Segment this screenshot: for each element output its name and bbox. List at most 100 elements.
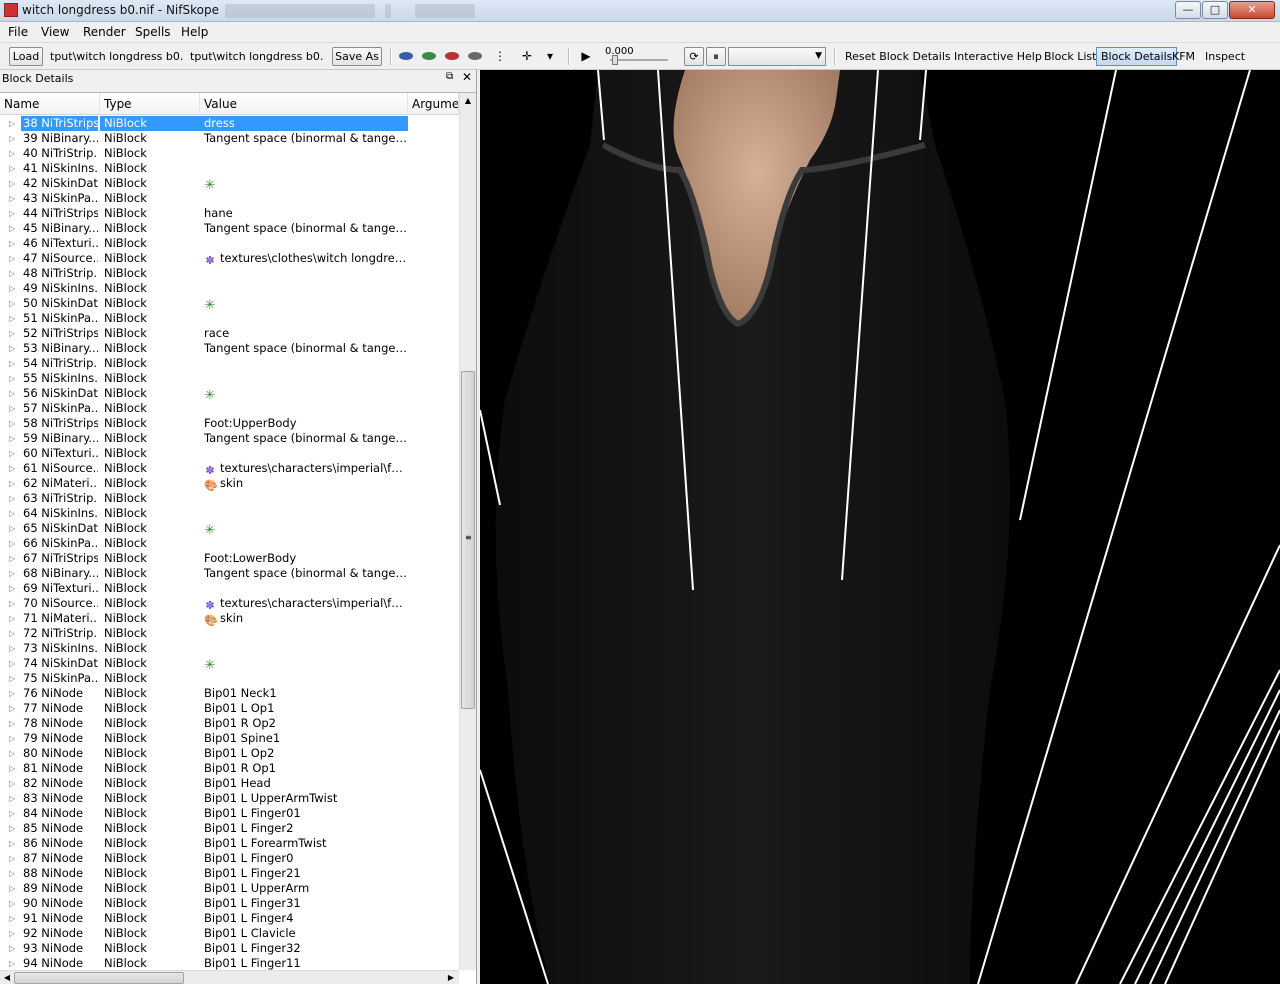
expand-arrow-icon[interactable]: ▷	[9, 236, 19, 251]
expand-arrow-icon[interactable]: ▷	[9, 401, 19, 416]
expand-arrow-icon[interactable]: ▷	[9, 191, 19, 206]
inspect-button[interactable]: Inspect	[1205, 48, 1245, 65]
load-button[interactable]: Load	[9, 47, 43, 66]
table-row[interactable]: ▷ 64 NiSkinIns... NiBlock	[0, 506, 459, 521]
table-row[interactable]: ▷ 77 NiNode NiBlock Bip01 L Op1	[0, 701, 459, 716]
expand-arrow-icon[interactable]: ▷	[9, 266, 19, 281]
switch-animation-icon[interactable]: ⏸	[706, 47, 726, 66]
table-row[interactable]: ▷ 43 NiSkinPa... NiBlock	[0, 191, 459, 206]
table-row[interactable]: ▷ 87 NiNode NiBlock Bip01 L Finger0	[0, 851, 459, 866]
table-row[interactable]: ▷ 74 NiSkinData NiBlock ✳	[0, 656, 459, 672]
expand-arrow-icon[interactable]: ▷	[9, 956, 19, 971]
menu-render[interactable]: Render	[83, 25, 126, 39]
expand-arrow-icon[interactable]: ▷	[9, 206, 19, 221]
save-path-field[interactable]: tput\witch longdress b0.nif	[190, 47, 324, 66]
expand-arrow-icon[interactable]: ▷	[9, 791, 19, 806]
expand-arrow-icon[interactable]: ▷	[9, 431, 19, 446]
table-row[interactable]: ▷ 84 NiNode NiBlock Bip01 L Finger01	[0, 806, 459, 821]
table-row[interactable]: ▷ 73 NiSkinIns... NiBlock	[0, 641, 459, 656]
table-row[interactable]: ▷ 91 NiNode NiBlock Bip01 L Finger4	[0, 911, 459, 926]
expand-arrow-icon[interactable]: ▷	[9, 776, 19, 791]
animation-time-slider-thumb[interactable]	[612, 55, 618, 65]
maximize-button[interactable]: □	[1202, 1, 1228, 19]
expand-arrow-icon[interactable]: ▷	[9, 116, 19, 131]
table-row[interactable]: ▷ 83 NiNode NiBlock Bip01 L UpperArmTwist	[0, 791, 459, 806]
close-panel-icon[interactable]: ✕	[462, 70, 472, 84]
table-row[interactable]: ▷ 46 NiTexturi... NiBlock	[0, 236, 459, 251]
column-header-value[interactable]: Value	[200, 93, 408, 115]
reset-block-details-button[interactable]: Reset Block Details	[845, 48, 951, 65]
expand-arrow-icon[interactable]: ▷	[9, 806, 19, 821]
expand-arrow-icon[interactable]: ▷	[9, 731, 19, 746]
expand-arrow-icon[interactable]: ▷	[9, 326, 19, 341]
table-row[interactable]: ▷ 54 NiTriStrip... NiBlock	[0, 356, 459, 371]
expand-arrow-icon[interactable]: ▷	[9, 686, 19, 701]
scroll-left-icon[interactable]: ◀	[0, 971, 14, 984]
minimize-button[interactable]: —	[1175, 1, 1201, 19]
table-row[interactable]: ▷ 85 NiNode NiBlock Bip01 L Finger2	[0, 821, 459, 836]
menu-view[interactable]: View	[41, 25, 69, 39]
expand-arrow-icon[interactable]: ▷	[9, 506, 19, 521]
expand-arrow-icon[interactable]: ▷	[9, 476, 19, 491]
column-header-argument[interactable]: Argume	[408, 93, 459, 115]
table-row[interactable]: ▷ 41 NiSkinIns... NiBlock	[0, 161, 459, 176]
table-row[interactable]: ▷ 92 NiNode NiBlock Bip01 L Clavicle	[0, 926, 459, 941]
table-row[interactable]: ▷ 63 NiTriStrip... NiBlock	[0, 491, 459, 506]
expand-arrow-icon[interactable]: ▷	[9, 596, 19, 611]
expand-arrow-icon[interactable]: ▷	[9, 461, 19, 476]
expand-arrow-icon[interactable]: ▷	[9, 926, 19, 941]
expand-arrow-icon[interactable]: ▷	[9, 656, 19, 671]
expand-arrow-icon[interactable]: ▷	[9, 581, 19, 596]
table-row[interactable]: ▷ 60 NiTexturi... NiBlock	[0, 446, 459, 461]
menu-help[interactable]: Help	[181, 25, 208, 39]
table-row[interactable]: ▷ 62 NiMateri... NiBlock 🎨 skin	[0, 476, 459, 492]
expand-arrow-icon[interactable]: ▷	[9, 566, 19, 581]
axes-icon[interactable]: ✛	[519, 49, 535, 63]
table-row[interactable]: ▷ 71 NiMateri... NiBlock 🎨 skin	[0, 611, 459, 627]
view-nodes-eye-icon[interactable]	[399, 52, 413, 60]
expand-arrow-icon[interactable]: ▷	[9, 941, 19, 956]
expand-arrow-icon[interactable]: ▷	[9, 296, 19, 311]
table-row[interactable]: ▷ 56 NiSkinData NiBlock ✳	[0, 386, 459, 402]
3d-viewport[interactable]	[480, 70, 1280, 984]
table-row[interactable]: ▷ 38 NiTriStrips NiBlock dress	[0, 116, 459, 131]
table-row[interactable]: ▷ 45 NiBinary... NiBlock Tangent space (bin…	[0, 221, 459, 236]
expand-arrow-icon[interactable]: ▷	[9, 371, 19, 386]
table-row[interactable]: ▷ 75 NiSkinPa... NiBlock	[0, 671, 459, 686]
view-dropdown-icon[interactable]: ▾	[542, 49, 558, 63]
table-row[interactable]: ▷ 93 NiNode NiBlock Bip01 L Finger32	[0, 941, 459, 956]
expand-arrow-icon[interactable]: ▷	[9, 881, 19, 896]
block-tree[interactable]: Name Type Value Argume ▷ 38 NiTriStrips Ni…	[0, 92, 476, 984]
table-row[interactable]: ▷ 80 NiNode NiBlock Bip01 L Op2	[0, 746, 459, 761]
animation-time-slider[interactable]	[610, 59, 668, 61]
table-row[interactable]: ▷ 50 NiSkinData NiBlock ✳	[0, 296, 459, 312]
expand-arrow-icon[interactable]: ▷	[9, 386, 19, 401]
expand-arrow-icon[interactable]: ▷	[9, 551, 19, 566]
expand-arrow-icon[interactable]: ▷	[9, 221, 19, 236]
table-row[interactable]: ▷ 76 NiNode NiBlock Bip01 Neck1	[0, 686, 459, 701]
expand-arrow-icon[interactable]: ▷	[9, 821, 19, 836]
table-row[interactable]: ▷ 81 NiNode NiBlock Bip01 R Op1	[0, 761, 459, 776]
table-row[interactable]: ▷ 70 NiSource... NiBlock ✽ textures\characte…	[0, 596, 459, 612]
loop-icon[interactable]: ⟳	[684, 47, 704, 66]
save-as-button[interactable]: Save As	[332, 47, 382, 66]
menu-file[interactable]: File	[8, 25, 28, 39]
expand-arrow-icon[interactable]: ▷	[9, 521, 19, 536]
table-row[interactable]: ▷ 94 NiNode NiBlock Bip01 L Finger11	[0, 956, 459, 971]
table-row[interactable]: ▷ 68 NiBinary... NiBlock Tangent space (bin…	[0, 566, 459, 581]
block-list-button[interactable]: Block List	[1044, 48, 1096, 65]
expand-arrow-icon[interactable]: ▷	[9, 251, 19, 266]
expand-arrow-icon[interactable]: ▷	[9, 416, 19, 431]
expand-arrow-icon[interactable]: ▷	[9, 161, 19, 176]
table-row[interactable]: ▷ 55 NiSkinIns... NiBlock	[0, 371, 459, 386]
expand-arrow-icon[interactable]: ▷	[9, 626, 19, 641]
expand-arrow-icon[interactable]: ▷	[9, 491, 19, 506]
vertical-scroll-thumb[interactable]: ≡	[461, 371, 475, 709]
table-row[interactable]: ▷ 72 NiTriStrip... NiBlock	[0, 626, 459, 641]
expand-arrow-icon[interactable]: ▷	[9, 311, 19, 326]
table-row[interactable]: ▷ 88 NiNode NiBlock Bip01 L Finger21	[0, 866, 459, 881]
table-row[interactable]: ▷ 79 NiNode NiBlock Bip01 Spine1	[0, 731, 459, 746]
float-panel-icon[interactable]: ⧉	[446, 71, 453, 82]
table-row[interactable]: ▷ 49 NiSkinIns... NiBlock	[0, 281, 459, 296]
table-row[interactable]: ▷ 52 NiTriStrips NiBlock race	[0, 326, 459, 341]
